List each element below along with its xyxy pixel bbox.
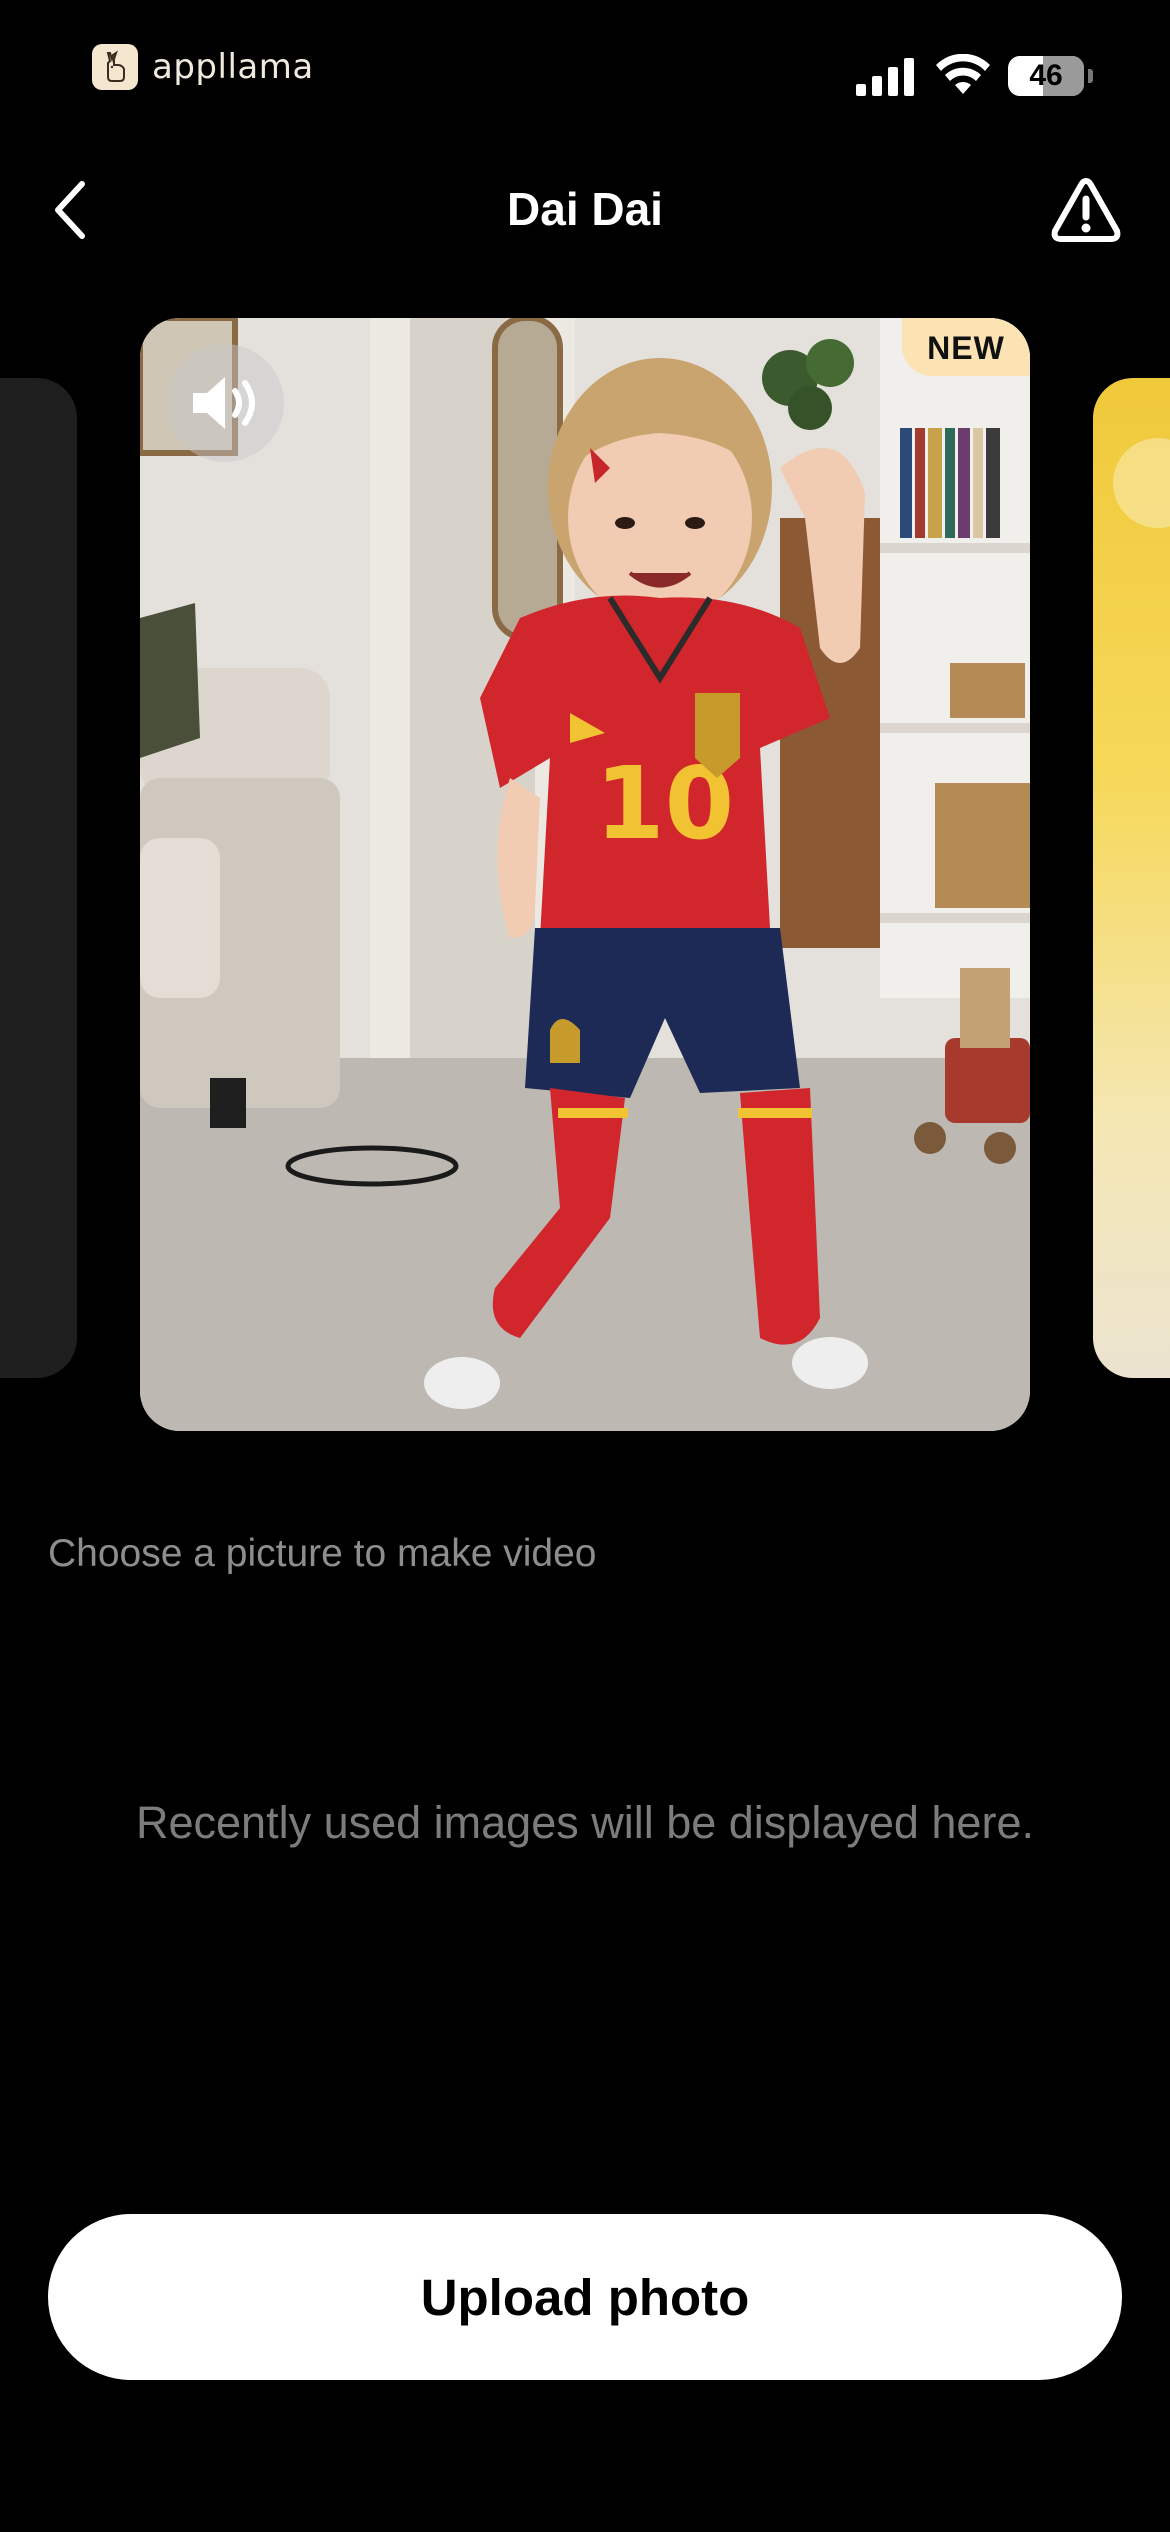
wifi-icon (936, 54, 990, 94)
section-label: Choose a picture to make video (48, 1532, 597, 1575)
current-template-card[interactable]: 10 NEW (140, 318, 1030, 1431)
warning-triangle-icon (1051, 178, 1121, 242)
nav-bar: Dai Dai (0, 160, 1170, 260)
battery-body: 46 (1008, 56, 1084, 96)
cellular-signal-icon (856, 58, 914, 96)
battery-level-text: 46 (1029, 59, 1063, 92)
upload-photo-button[interactable]: Upload photo (48, 2214, 1122, 2380)
next-template-card[interactable] (1093, 378, 1170, 1378)
page-title: Dai Dai (507, 183, 663, 235)
brand-name: appllama (152, 47, 314, 87)
new-badge: NEW (902, 318, 1030, 376)
battery-tip (1088, 69, 1093, 83)
report-button[interactable] (1050, 170, 1122, 250)
empty-recent-images-message: Recently used images will be displayed h… (136, 1797, 1034, 1848)
speaker-icon (193, 377, 255, 429)
status-bar: appllama 46 (0, 0, 1170, 140)
llama-logo-icon (92, 44, 138, 90)
sound-toggle-button[interactable] (166, 344, 284, 462)
brand: appllama (92, 44, 314, 90)
previous-template-card[interactable] (0, 378, 77, 1378)
template-preview-image: 10 (140, 318, 1030, 1431)
template-carousel[interactable]: 10 NEW (0, 318, 1170, 1433)
battery-indicator: 46 (1008, 56, 1093, 96)
speaker-icon (1113, 438, 1170, 528)
